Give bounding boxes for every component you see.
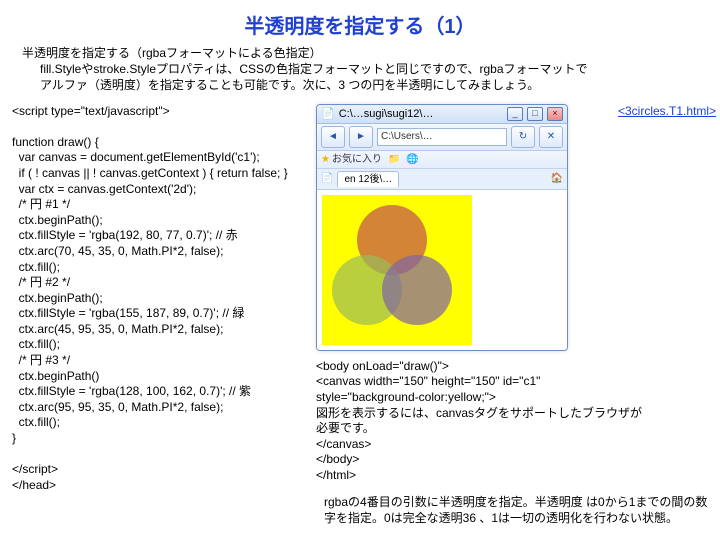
browser-tab[interactable]: en 12後\… xyxy=(337,171,399,187)
nav-toolbar: ◄ ► C:\Users\… ↻ ✕ xyxy=(317,124,567,151)
intro-block: 半透明度を指定する（rgbaフォーマットによる色指定） fill.Styleやs… xyxy=(22,45,708,94)
browser-viewport xyxy=(317,190,567,350)
address-bar[interactable]: C:\Users\… xyxy=(377,128,507,146)
minimize-button[interactable]: _ xyxy=(507,107,523,121)
tab-bar: 📄 en 12後\… 🏠 xyxy=(317,169,567,190)
canvas-preview xyxy=(322,195,472,345)
code-right: <body onLoad="draw()"> <canvas width="15… xyxy=(316,359,716,484)
code-left: <script type="text/javascript"> function… xyxy=(12,104,302,494)
intro-line3: アルファ（透明度）を指定することも可能です。次に、3 つの円を半透明にしてみまし… xyxy=(22,77,708,93)
maximize-button[interactable]: □ xyxy=(527,107,543,121)
star-icon: ★ xyxy=(321,153,330,166)
forward-button[interactable]: ► xyxy=(349,126,373,148)
page-icon: 📄 xyxy=(321,107,335,121)
fav-site-2[interactable]: 🌐 xyxy=(406,153,418,166)
back-button[interactable]: ◄ xyxy=(321,126,345,148)
footer-note: rgbaの4番目の引数に半透明度を指定。半透明度 は0から1までの間の数字を指定… xyxy=(316,494,716,526)
browser-window: 📄 C:\…sugi\sugi12\… _ □ × ◄ ► C:\Users\…… xyxy=(316,104,568,351)
circle-purple xyxy=(382,255,452,325)
intro-line1: 半透明度を指定する（rgbaフォーマットによる色指定） xyxy=(22,46,322,60)
browser-title-text: C:\…sugi\sugi12\… xyxy=(339,107,434,121)
source-link[interactable]: <3circles.T1.html> xyxy=(618,104,716,120)
page-title: 半透明度を指定する（1） xyxy=(12,10,708,39)
fav-site-1[interactable]: 📁 xyxy=(388,153,400,166)
favorites-button[interactable]: ★お気に入り xyxy=(321,153,382,166)
favorites-bar: ★お気に入り 📁 🌐 xyxy=(317,151,567,169)
home-icon[interactable]: 🏠 xyxy=(551,172,563,185)
browser-titlebar: 📄 C:\…sugi\sugi12\… _ □ × xyxy=(317,105,567,124)
tab-page-icon: 📄 xyxy=(321,172,333,185)
refresh-button[interactable]: ↻ xyxy=(511,126,535,148)
stop-button[interactable]: ✕ xyxy=(539,126,563,148)
close-button[interactable]: × xyxy=(547,107,563,121)
intro-line2: fill.Styleやstroke.Styleプロパティは、CSSの色指定フォー… xyxy=(22,61,708,77)
